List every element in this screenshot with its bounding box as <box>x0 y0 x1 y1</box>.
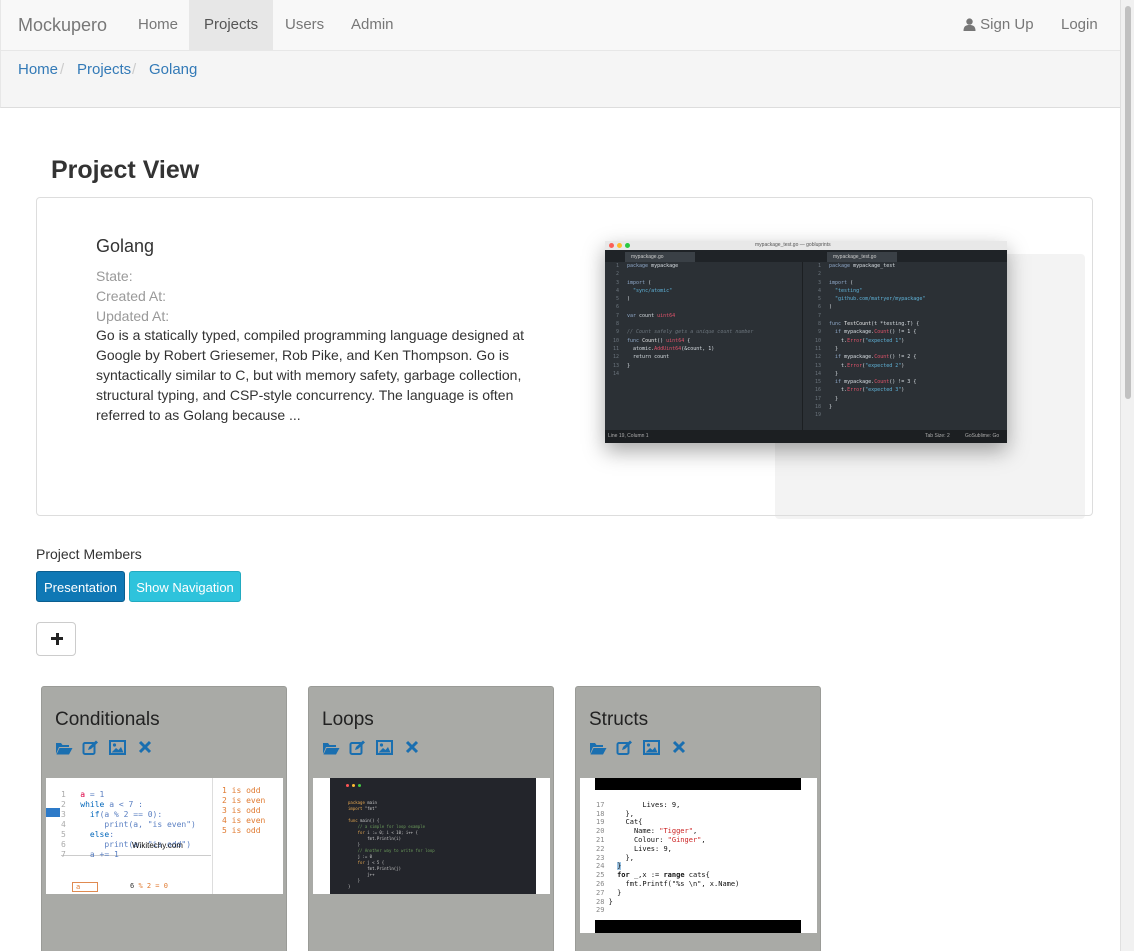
nav-home[interactable]: Home <box>123 0 193 50</box>
state-label: State: <box>96 268 133 284</box>
editor-window-title: mypackage_test.go — gobluprints <box>755 242 831 248</box>
nav-projects[interactable]: Projects <box>189 0 274 50</box>
breadcrumb-separator: / <box>132 61 137 78</box>
editor-status-position: Line 19, Column 1 <box>608 433 649 439</box>
top-navbar: Mockupero Home Projects Users Admin Sign… <box>0 0 1120 81</box>
close-dot-icon <box>609 243 614 248</box>
delete-icon[interactable] <box>138 740 156 756</box>
project-name: Golang <box>96 236 155 256</box>
nav-users[interactable]: Users <box>270 0 339 50</box>
edit-icon[interactable] <box>349 740 367 756</box>
project-members-heading: Project Members <box>36 546 142 562</box>
card-title: Structs <box>589 709 649 730</box>
breadcrumb-projects[interactable]: Projects <box>77 61 131 78</box>
editor-right-pane: 1 package mypackage_test 2 3 import ( 4 "t… <box>814 263 926 419</box>
editor-status-syntax: GoSublime: Go <box>965 433 1000 439</box>
card-thumbnail: 1 a = 1 2 while a < 7 : 3 if(a % 2 == 0)… <box>46 778 283 894</box>
minimize-dot-icon <box>617 243 622 248</box>
card-thumbnail: 17 Lives: 9, 18 }, 19 Cat{ 20 Name: "Tig… <box>580 778 817 933</box>
brand-logo[interactable]: Mockupero <box>18 15 107 36</box>
card-thumbnail: package main import "fmt" func main() { … <box>313 778 550 894</box>
card-title: Conditionals <box>55 709 160 730</box>
open-folder-icon[interactable] <box>55 740 73 756</box>
page-title: Project View <box>51 156 200 184</box>
breadcrumb-separator: / <box>60 61 65 78</box>
page-scrollbar[interactable] <box>1120 0 1134 951</box>
login-link[interactable]: Login <box>1046 0 1120 81</box>
created-at-label: Created At: <box>96 288 167 304</box>
open-folder-icon[interactable] <box>322 740 340 756</box>
edit-icon[interactable] <box>82 740 100 756</box>
editor-titlebar: mypackage_test.go — gobluprints <box>605 241 1007 250</box>
editor-statusbar: Line 19, Column 1 Tab Size: 2 GoSublime:… <box>605 430 1007 443</box>
updated-at-label: Updated At: <box>96 308 170 324</box>
picture-icon[interactable] <box>643 740 661 756</box>
show-navigation-button[interactable]: Show Navigation <box>129 571 241 602</box>
page-card-conditionals[interactable]: Conditionals 1 a = 1 2 while a < 7 : 3 i… <box>41 686 287 951</box>
open-folder-icon[interactable] <box>589 740 607 756</box>
nav-admin[interactable]: Admin <box>336 0 409 50</box>
editor-tab-left: mypackage.go <box>625 252 695 262</box>
breadcrumb-golang[interactable]: Golang <box>149 61 197 78</box>
signup-label: Sign Up <box>980 16 1034 33</box>
login-label: Login <box>1061 16 1098 33</box>
delete-icon[interactable] <box>405 740 423 756</box>
editor-left-pane: 1 package mypackage 2 3 import ( 4 "sync/a… <box>607 262 803 430</box>
presentation-button[interactable]: Presentation <box>36 571 125 602</box>
breadcrumb-home[interactable]: Home <box>18 61 58 78</box>
signup-link[interactable]: Sign Up <box>948 0 1049 50</box>
user-icon <box>963 18 976 31</box>
delete-icon[interactable] <box>672 740 690 756</box>
editor-tabs: mypackage.go mypackage_test.go <box>605 250 1007 262</box>
add-page-button[interactable] <box>36 622 76 656</box>
breadcrumb: Home / Projects / Golang <box>0 51 1120 108</box>
picture-icon[interactable] <box>109 740 127 756</box>
project-description: Go is a statically typed, compiled progr… <box>96 327 525 423</box>
thumbnail-watermark: Wikitechy.com <box>132 841 183 850</box>
editor-status-tabsize: Tab Size: 2 <box>925 433 950 439</box>
page-card-loops[interactable]: Loops package main import "fmt" func mai… <box>308 686 554 951</box>
card-title: Loops <box>322 709 374 730</box>
project-panel: Golang State: Created At: Updated At: Go… <box>36 197 1093 519</box>
maximize-dot-icon <box>625 243 630 248</box>
editor-tab-right: mypackage_test.go <box>827 252 897 262</box>
picture-icon[interactable] <box>376 740 394 756</box>
edit-icon[interactable] <box>616 740 634 756</box>
project-image: mypackage_test.go — gobluprints mypackag… <box>605 241 1007 443</box>
page-card-structs[interactable]: Structs 17 Lives: 9, 18 }, 19 Cat{ 20 Na… <box>575 686 821 951</box>
scrollbar-thumb[interactable] <box>1125 6 1131 399</box>
